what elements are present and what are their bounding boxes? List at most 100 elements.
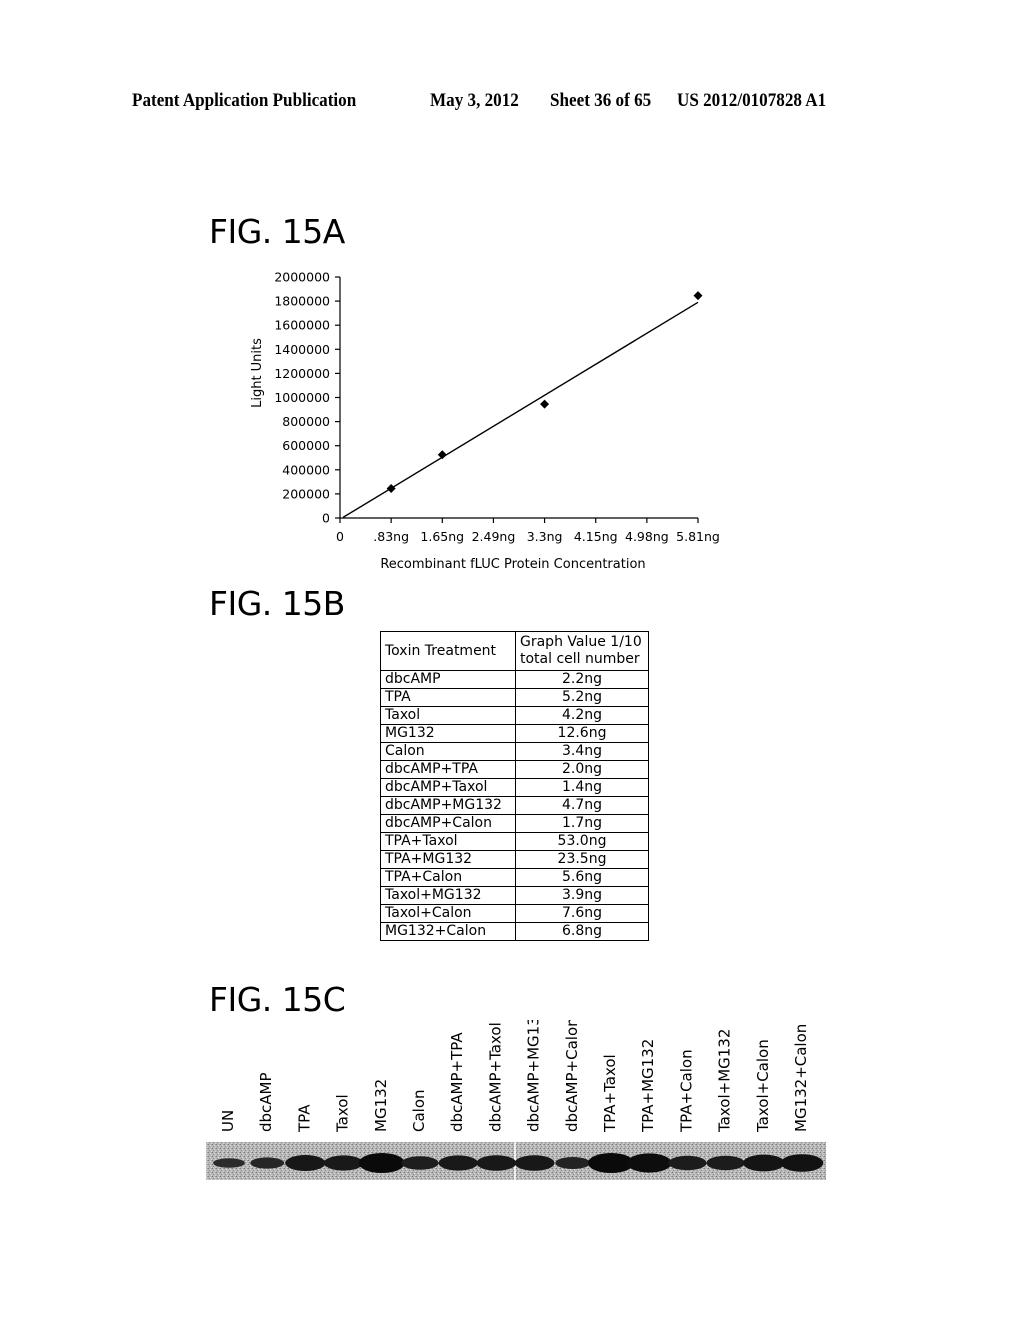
treatment-cell: dbcAMP+MG132 [380,796,516,815]
x-tick-label: 3.3ng [527,529,563,544]
table-row: dbcAMP+Calon 1.7ng [380,814,649,833]
lane-label: TPA+Taxol [601,1054,619,1133]
lane-label: Taxol+MG132 [716,1029,734,1133]
treatment-cell: Taxol+MG132 [380,886,516,905]
protein-band [250,1157,285,1169]
x-axis: 0 .83ng 1.65ng 2.49ng 3.3ng 4.15ng 4.98ng 5.81n… [336,517,720,544]
column-header-graph-value: Graph Value 1/10 total cell number [515,631,649,671]
treatment-cell: dbcAMP+Taxol [380,778,516,797]
graph-value-cell: 23.5ng [515,850,649,869]
y-tick-label: 400000 [282,462,330,477]
table-row: Calon 3.4ng [380,742,649,761]
table-row: TPA+Taxol 53.0ng [380,832,649,851]
sheet-number: Sheet 36 of 65 [550,90,652,111]
treatment-cell: TPA+MG132 [380,850,516,869]
data-point [693,291,703,301]
treatment-cell: MG132+Calon [380,922,516,941]
protein-band [358,1153,405,1173]
table-row: MG132+Calon 6.8ng [380,922,649,941]
treatment-cell: TPA [380,688,516,707]
graph-value-cell: 4.2ng [515,706,649,725]
y-tick-label: 0 [322,511,330,526]
y-tick-label: 200000 [282,486,330,501]
publication-date: May 3, 2012 [430,90,519,111]
column-header-line-2: total cell number [520,651,640,667]
graph-value-cell: 5.2ng [515,688,649,707]
treatment-cell: dbcAMP [380,670,516,689]
graph-value-cell: 1.4ng [515,778,649,797]
treatment-cell: TPA+Taxol [380,832,516,851]
protein-band [668,1155,707,1171]
treatment-cell: Taxol [380,706,516,725]
lane-label: dbcAMP+Taxol [486,1022,504,1132]
data-point [540,399,550,409]
graph-value-cell: 3.9ng [515,886,649,905]
graph-value-cell: 3.4ng [515,742,649,761]
toxin-table: Toxin Treatment Graph Value 1/10 total c… [380,631,649,941]
y-tick-label: 1400000 [274,342,330,357]
lane-label: TPA+MG132 [639,1039,657,1133]
x-tick-label: 4.15ng [574,529,618,544]
protein-band [743,1154,785,1172]
protein-band [213,1158,245,1168]
column-header-line-1: Graph Value 1/10 [520,634,642,650]
x-tick-label: 4.98ng [625,529,669,544]
table-row: TPA 5.2ng [380,688,649,707]
table-row: dbcAMP+TPA 2.0ng [380,760,649,779]
lane-label: TPA [295,1104,313,1133]
trendline [342,301,699,518]
data-point [437,450,447,460]
table-row: dbcAMP 2.2ng [380,670,649,689]
lane-label: dbcAMP+MG132 [525,1020,543,1132]
table-row: TPA+Calon 5.6ng [380,868,649,887]
figure-15b-label: FIG. 15B [209,584,345,623]
trendline-line [342,301,699,518]
protein-band [626,1153,672,1173]
table-row: Taxol 4.2ng [380,706,649,725]
x-tick-label: .83ng [373,529,409,544]
x-tick-label: 2.49ng [472,529,516,544]
lane-label: TPA+Calon [677,1049,695,1133]
y-axis: 0 200000 400000 600000 800000 1000000 1200000 1… [274,270,341,526]
treatment-cell: MG132 [380,724,516,743]
table-row: MG132 12.6ng [380,724,649,743]
treatment-cell: dbcAMP+TPA [380,760,516,779]
treatment-cell: Calon [380,742,516,761]
lane-label: UN [219,1110,237,1132]
data-point [386,483,396,493]
protein-band [285,1155,326,1171]
graph-value-cell: 1.7ng [515,814,649,833]
lane-label: dbcAMP+TPA [448,1032,466,1132]
y-axis-label: Light Units [250,338,265,408]
protein-band [555,1157,591,1169]
treatment-cell: Taxol+Calon [380,904,516,923]
lane-label: Taxol+Calon [754,1039,772,1133]
protein-band [438,1155,478,1171]
y-tick-label: 1200000 [274,366,330,381]
lane-label: dbcAMP [257,1072,275,1132]
graph-value-cell: 2.2ng [515,670,649,689]
figure-15a-label: FIG. 15A [209,212,345,251]
graph-value-cell: 2.0ng [515,760,649,779]
western-blot: UN dbcAMP TPA Taxol MG132 Calon dbcAMP+TPA dbcA… [206,1020,826,1180]
table-row: dbcAMP+MG132 4.7ng [380,796,649,815]
y-tick-label: 600000 [282,438,330,453]
x-tick-label: 0 [336,529,344,544]
protein-band [323,1155,364,1171]
y-tick-label: 1600000 [274,318,330,333]
graph-value-cell: 53.0ng [515,832,649,851]
y-tick-label: 1800000 [274,294,330,309]
protein-band [780,1154,824,1172]
graph-value-cell: 12.6ng [515,724,649,743]
lane-label: MG132 [372,1079,390,1132]
treatment-cell: TPA+Calon [380,868,516,887]
lane-label: Taxol [334,1094,352,1133]
lane-label: Calon [410,1089,428,1132]
y-tick-label: 2000000 [274,270,330,285]
graph-value-cell: 6.8ng [515,922,649,941]
table-row: dbcAMP+Taxol 1.4ng [380,778,649,797]
protein-band [706,1155,745,1171]
treatment-cell: dbcAMP+Calon [380,814,516,833]
table-header-row: Toxin Treatment Graph Value 1/10 total c… [380,631,649,671]
y-tick-label: 800000 [282,414,330,429]
